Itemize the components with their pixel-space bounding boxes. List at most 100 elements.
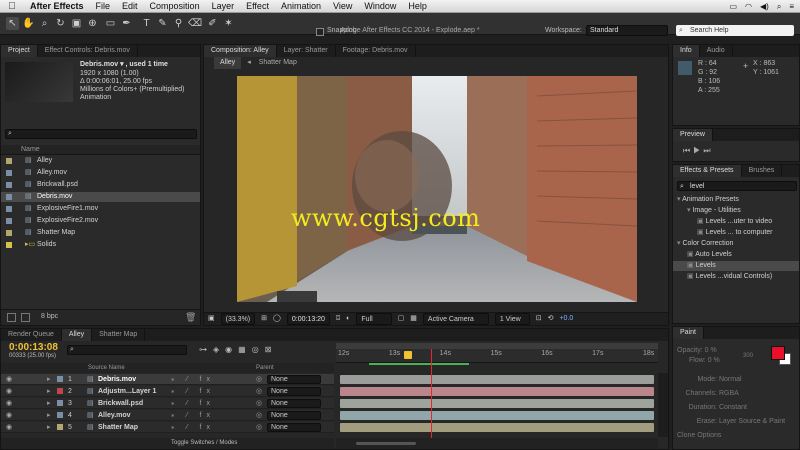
- project-item[interactable]: ▤ Debris.mov: [1, 192, 200, 202]
- layer-name[interactable]: Shatter Map: [98, 422, 138, 433]
- always-preview-icon[interactable]: ▣: [208, 313, 215, 325]
- menu-edit[interactable]: Edit: [116, 0, 144, 13]
- timeline-zoom-slider[interactable]: [356, 442, 416, 445]
- project-column-name[interactable]: Name: [21, 146, 40, 153]
- tab-render-queue[interactable]: Render Queue: [1, 329, 62, 341]
- expand-layer-icon[interactable]: ▸: [47, 422, 51, 433]
- menu-file[interactable]: File: [90, 0, 117, 13]
- project-item[interactable]: ▤ ExplosiveFire1.mov: [1, 204, 200, 214]
- effects-tree-item[interactable]: ▣ Levels ... to computer: [673, 228, 799, 238]
- hand-tool-icon[interactable]: ✋: [22, 17, 35, 30]
- layer-label-color[interactable]: [57, 424, 63, 430]
- rotate-tool-icon[interactable]: ↻: [54, 17, 67, 30]
- tab-paint[interactable]: Paint: [673, 327, 704, 339]
- effects-tree-item[interactable]: ▾ Image - Utilities: [673, 206, 799, 216]
- project-search-input[interactable]: ⌕: [5, 129, 197, 139]
- layer-label-color[interactable]: [57, 376, 63, 382]
- tab-shatter-map[interactable]: Shatter Map: [92, 329, 146, 341]
- current-time-indicator[interactable]: [431, 349, 432, 449]
- safe-zones-icon[interactable]: ⊞: [261, 313, 267, 325]
- parent-select[interactable]: None: [267, 387, 321, 396]
- layer-name[interactable]: Debris.mov: [98, 374, 136, 385]
- toggle-pixel-icon[interactable]: ⊡: [536, 313, 542, 325]
- spotlight-icon[interactable]: ⌕: [777, 0, 781, 13]
- camera-select[interactable]: Active Camera: [422, 313, 489, 325]
- expand-layer-icon[interactable]: ▸: [47, 410, 51, 421]
- effects-tree-item[interactable]: ▣ Levels: [673, 261, 799, 271]
- expand-layer-icon[interactable]: ▸: [47, 386, 51, 397]
- label-color-swatch[interactable]: [6, 182, 12, 188]
- layer-switches[interactable]: ⁎ ⁄ fx: [171, 374, 215, 385]
- layer-row[interactable]: ◉ ▸ 2 ▤ Adjustm...Layer 1 ⁎ ⁄ fx ◎ None: [1, 386, 334, 397]
- layer-duration-bar[interactable]: [340, 423, 654, 432]
- layer-duration-bar[interactable]: [340, 399, 654, 408]
- clone-stamp-tool-icon[interactable]: ⚲: [172, 17, 185, 30]
- interpret-footage-icon[interactable]: [7, 313, 16, 322]
- workspace-select[interactable]: Standard: [586, 25, 668, 36]
- visibility-eye-icon[interactable]: ◉: [6, 398, 12, 409]
- motion-blur-icon[interactable]: ◎: [252, 345, 265, 354]
- menu-app[interactable]: After Effects: [24, 0, 90, 13]
- label-color-swatch[interactable]: [6, 158, 12, 164]
- parent-select[interactable]: None: [267, 423, 321, 432]
- label-color-swatch[interactable]: [6, 218, 12, 224]
- first-frame-icon[interactable]: ⏮: [683, 146, 693, 155]
- tab-alley[interactable]: Alley: [61, 329, 93, 341]
- layer-duration-bar[interactable]: [340, 387, 654, 396]
- transparency-grid-icon[interactable]: ▦: [410, 313, 417, 325]
- apple-icon[interactable]: : [0, 1, 24, 12]
- tab-effects-presets[interactable]: Effects & Presets: [673, 165, 742, 177]
- project-item[interactable]: ▤ Shatter Map: [1, 228, 200, 238]
- layer-name[interactable]: Adjustm...Layer 1: [98, 386, 156, 397]
- layer-row[interactable]: ◉ ▸ 1 ▤ Debris.mov ⁎ ⁄ fx ◎ None: [1, 374, 334, 385]
- parent-pickwhip-icon[interactable]: ◎: [256, 410, 262, 421]
- tab-composition-alley[interactable]: Composition: Alley: [204, 45, 277, 57]
- label-color-swatch[interactable]: [6, 242, 12, 248]
- parent-select[interactable]: None: [267, 375, 321, 384]
- toggle-switches-modes[interactable]: Toggle Switches / Modes: [171, 438, 237, 449]
- bpc-label[interactable]: 8 bpc: [41, 313, 58, 320]
- layer-name[interactable]: Brickwall.psd: [98, 398, 143, 409]
- list-icon[interactable]: ≡: [789, 0, 794, 13]
- label-color-swatch[interactable]: [6, 194, 12, 200]
- opacity-value[interactable]: 0 %: [705, 347, 717, 354]
- effects-search-input[interactable]: ⌕ level: [677, 181, 797, 191]
- last-frame-icon[interactable]: ⏭: [703, 146, 713, 155]
- layer-row[interactable]: ◉ ▸ 4 ▤ Alley.mov ⁎ ⁄ fx ◎ None: [1, 410, 334, 421]
- menu-help[interactable]: Help: [402, 0, 433, 13]
- parent-pickwhip-icon[interactable]: ◎: [256, 422, 262, 433]
- label-color-swatch[interactable]: [6, 206, 12, 212]
- layer-switches[interactable]: ⁎ ⁄ fx: [171, 386, 215, 397]
- mode-select[interactable]: Normal: [719, 376, 742, 383]
- pan-behind-tool-icon[interactable]: ⊕: [86, 17, 99, 30]
- project-item[interactable]: ▤ Alley.mov: [1, 168, 200, 178]
- timeline-search-input[interactable]: ⌕: [67, 345, 187, 355]
- type-tool-icon[interactable]: T: [140, 17, 153, 30]
- battery-icon[interactable]: ▭: [729, 0, 737, 13]
- eraser-tool-icon[interactable]: ⌫: [188, 17, 202, 30]
- timeline-timecode[interactable]: 0:00:13:08: [9, 342, 58, 353]
- column-source-name[interactable]: Source Name: [88, 363, 125, 373]
- visibility-eye-icon[interactable]: ◉: [6, 386, 12, 397]
- column-parent[interactable]: Parent: [256, 363, 274, 373]
- erase-select[interactable]: Layer Source & Paint: [719, 418, 785, 425]
- layer-row[interactable]: ◉ ▸ 5 ▤ Shatter Map ⁎ ⁄ fx ◎ None: [1, 422, 334, 433]
- layer-duration-bar[interactable]: [340, 411, 654, 420]
- brush-size[interactable]: 300: [743, 353, 753, 359]
- effects-tree-item[interactable]: ▣ Levels ...uter to video: [673, 217, 799, 227]
- visibility-eye-icon[interactable]: ◉: [6, 374, 12, 385]
- layer-duration-bar[interactable]: [340, 375, 654, 384]
- clone-options-label[interactable]: Clone Options: [677, 432, 721, 439]
- visibility-eye-icon[interactable]: ◉: [6, 422, 12, 433]
- channels-select[interactable]: RGBA: [719, 390, 739, 397]
- menu-composition[interactable]: Composition: [144, 0, 206, 13]
- region-of-interest-icon[interactable]: ▢: [398, 313, 405, 325]
- layer-label-color[interactable]: [57, 400, 63, 406]
- new-folder-icon[interactable]: [21, 313, 30, 322]
- zoom-tool-icon[interactable]: ⌕: [38, 17, 51, 30]
- tab-footage-debris[interactable]: Footage: Debris.mov: [336, 45, 416, 57]
- resolution-select[interactable]: Full: [356, 313, 392, 325]
- time-ruler[interactable]: 12s 13s 14s 15s 16s 17s 18s: [336, 349, 658, 363]
- exposure-value[interactable]: +0.0: [559, 313, 573, 325]
- zoom-select[interactable]: (33.3%): [220, 313, 256, 325]
